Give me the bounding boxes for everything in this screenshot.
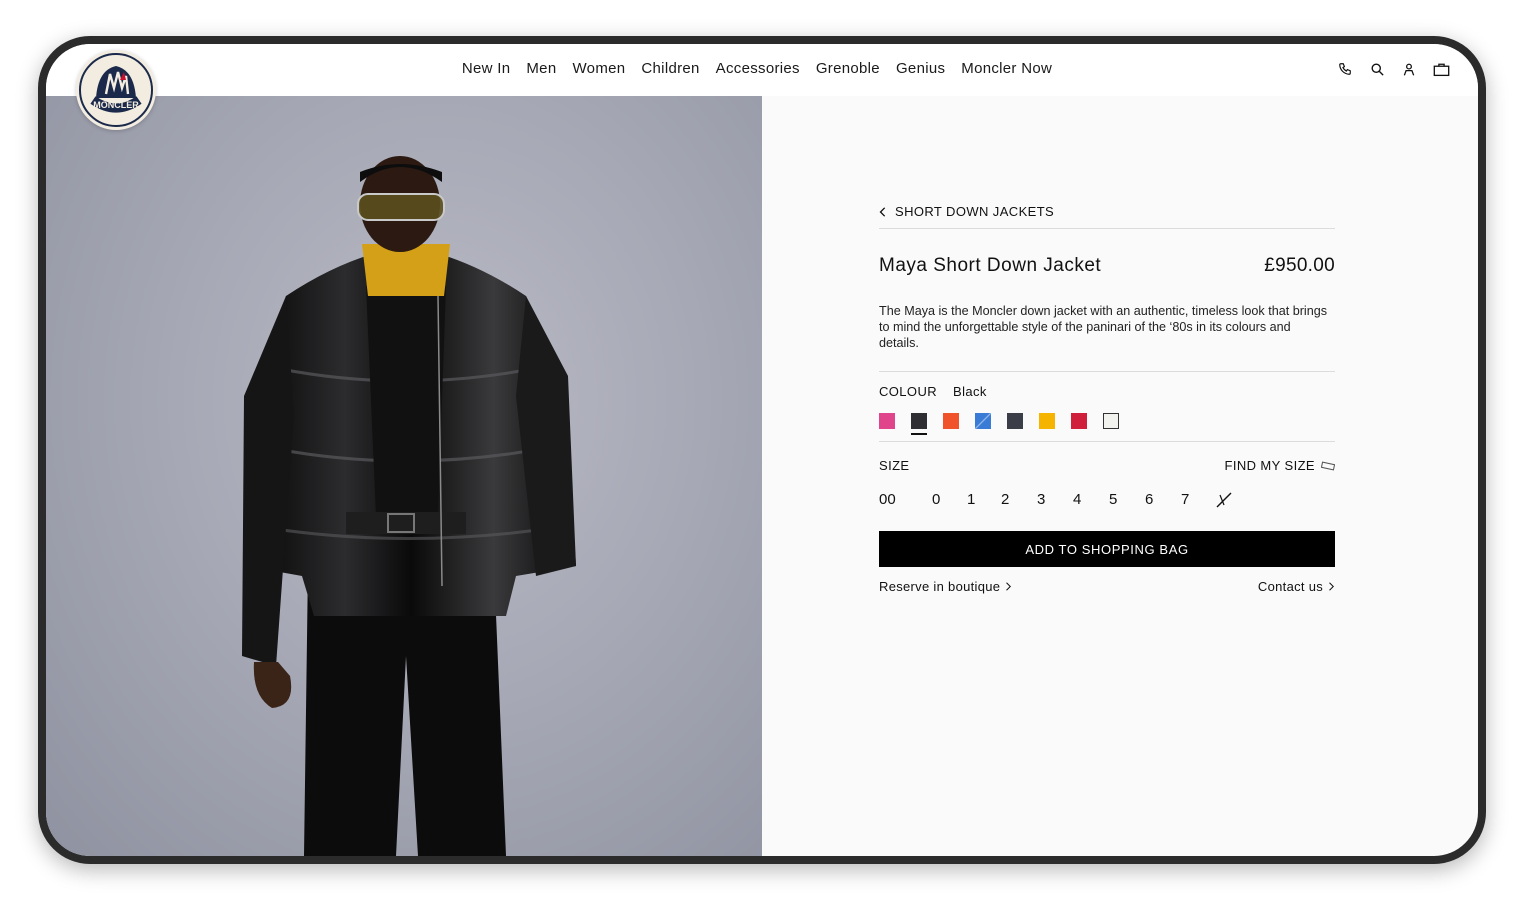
find-my-size-label: FIND MY SIZE	[1224, 458, 1315, 473]
colour-swatch-pink[interactable]	[879, 413, 895, 429]
account-icon[interactable]	[1400, 60, 1418, 78]
chevron-right-icon	[1329, 582, 1334, 591]
secondary-links: Reserve in boutique Contact us	[879, 579, 1335, 594]
product-image	[46, 96, 762, 856]
size-unavailable-icon	[1215, 491, 1235, 513]
size-option[interactable]: 5	[1109, 491, 1145, 513]
size-option[interactable]: 7	[1181, 491, 1215, 513]
colour-swatch-red[interactable]	[1071, 413, 1087, 429]
ruler-icon	[1321, 461, 1335, 470]
moncler-logo[interactable]: MONCLER	[76, 50, 156, 130]
size-option[interactable]: 6	[1145, 491, 1181, 513]
nav-grenoble[interactable]: Grenoble	[816, 60, 880, 77]
product-description: The Maya is the Moncler down jacket with…	[879, 304, 1327, 350]
colour-label: COLOUR	[879, 384, 938, 399]
site-header: New In Men Women Children Accessories Gr…	[46, 44, 1478, 96]
size-options: 00 0 1 2 3 4 5 6 7	[879, 491, 1335, 513]
product-price: £950.00	[1264, 255, 1335, 276]
chevron-left-icon	[879, 206, 886, 217]
colour-row: COLOUR Black	[879, 384, 1335, 399]
breadcrumb-label: SHORT DOWN JACKETS	[895, 204, 1055, 219]
divider	[879, 228, 1335, 229]
nav-genius[interactable]: Genius	[896, 60, 945, 77]
colour-swatch-white[interactable]	[1103, 413, 1119, 429]
add-to-bag-button[interactable]: ADD TO SHOPPING BAG	[879, 531, 1335, 567]
reserve-in-boutique-link[interactable]: Reserve in boutique	[879, 579, 1012, 594]
title-row: Maya Short Down Jacket £950.00	[879, 255, 1335, 277]
find-my-size-link[interactable]: FIND MY SIZE	[1224, 458, 1335, 473]
nav-children[interactable]: Children	[641, 60, 699, 77]
breadcrumb[interactable]: SHORT DOWN JACKETS	[879, 204, 1335, 219]
size-option[interactable]: 00	[879, 491, 932, 513]
nav-moncler-now[interactable]: Moncler Now	[961, 60, 1052, 77]
logo-text: MONCLER	[93, 100, 139, 110]
size-option[interactable]: 0	[932, 491, 967, 513]
nav-new-in[interactable]: New In	[462, 60, 511, 77]
colour-swatch-navy[interactable]	[1007, 413, 1023, 429]
size-label: SIZE	[879, 458, 910, 473]
colour-swatch-orange[interactable]	[943, 413, 959, 429]
search-icon[interactable]	[1368, 60, 1386, 78]
size-option[interactable]: 2	[1001, 491, 1037, 513]
size-option[interactable]: 3	[1037, 491, 1073, 513]
size-header: SIZE FIND MY SIZE	[879, 458, 1335, 473]
chevron-right-icon	[1006, 582, 1012, 591]
browser-screen: New In Men Women Children Accessories Gr…	[46, 44, 1478, 856]
divider	[879, 441, 1335, 442]
phone-icon[interactable]	[1336, 60, 1354, 78]
divider	[879, 371, 1335, 372]
nav-men[interactable]: Men	[526, 60, 556, 77]
contact-label: Contact us	[1257, 579, 1324, 594]
main-nav: New In Men Women Children Accessories Gr…	[46, 60, 1478, 77]
size-option[interactable]: 4	[1073, 491, 1109, 513]
contact-us-link[interactable]: Contact us	[1258, 579, 1335, 594]
header-icons	[1336, 60, 1450, 78]
colour-swatches	[879, 413, 1335, 435]
colour-swatch-black[interactable]	[911, 413, 927, 435]
size-option[interactable]: 1	[967, 491, 1001, 513]
selected-colour: Black	[953, 384, 987, 399]
colour-swatch-blue[interactable]	[975, 413, 991, 429]
product-title: Maya Short Down Jacket	[879, 255, 1102, 276]
shopping-bag-icon[interactable]	[1432, 60, 1450, 78]
nav-accessories[interactable]: Accessories	[716, 60, 800, 77]
product-details: SHORT DOWN JACKETS Maya Short Down Jacke…	[879, 204, 1335, 594]
nav-women[interactable]: Women	[572, 60, 625, 77]
reserve-label: Reserve in boutique	[879, 579, 1001, 594]
device-frame: New In Men Women Children Accessories Gr…	[38, 36, 1486, 864]
colour-swatch-yellow[interactable]	[1039, 413, 1055, 429]
